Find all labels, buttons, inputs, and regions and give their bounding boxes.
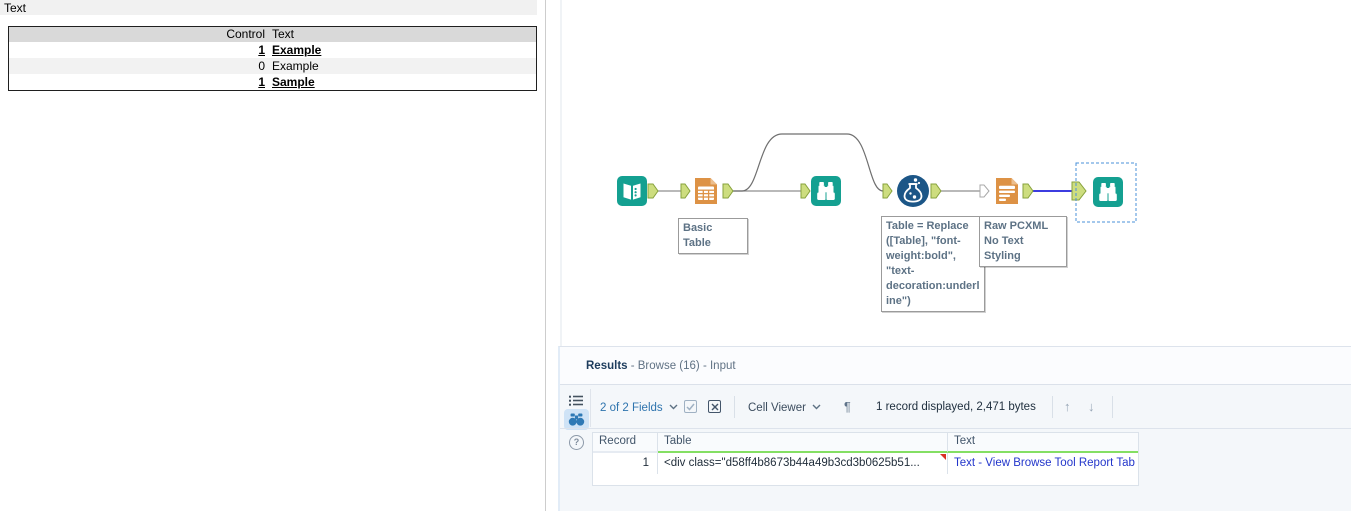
grid-cell-record[interactable]: 1 bbox=[593, 453, 658, 474]
grid-header-table[interactable]: Table bbox=[658, 433, 948, 453]
report-table-header: Control Text bbox=[9, 27, 536, 42]
input-anchor[interactable] bbox=[800, 183, 811, 199]
grid-header-record[interactable]: Record bbox=[593, 433, 658, 453]
report-row: 1 Example bbox=[9, 42, 536, 58]
grid-header-row: Record Table Text bbox=[593, 433, 1138, 453]
tool-text-input[interactable] bbox=[617, 176, 647, 206]
chevron-down-icon bbox=[669, 386, 678, 428]
report-section-title: Text bbox=[0, 0, 537, 15]
help-icon[interactable]: ? bbox=[569, 435, 584, 450]
grid-cell-table-value: <div class="d58ff4b8673b44a49b3cd3b0625b… bbox=[664, 457, 920, 469]
cell-viewer-dropdown[interactable]: Cell Viewer bbox=[748, 386, 821, 428]
cell-viewer-label: Cell Viewer bbox=[748, 402, 806, 414]
previous-record-button[interactable]: ↑ bbox=[1064, 386, 1071, 428]
annotation-basic-table[interactable]: Basic Table bbox=[678, 218, 748, 254]
record-summary: 1 record displayed, 2,471 bytes bbox=[876, 401, 1036, 413]
whitespace-toggle-icon[interactable]: ¶ bbox=[844, 386, 851, 428]
browse-binoculars-icon bbox=[1093, 177, 1123, 207]
results-subtitle: - Browse (16) - Input bbox=[627, 360, 736, 372]
fields-dropdown-label: 2 of 2 Fields bbox=[600, 402, 663, 414]
browse-binoculars-icon bbox=[811, 176, 841, 206]
report-cell-text: Sample bbox=[272, 75, 315, 89]
grid-empty-row bbox=[593, 474, 1138, 485]
formula-flask-icon bbox=[897, 175, 929, 207]
report-table: Control Text 1 Example 0 Example 1 Sampl… bbox=[8, 26, 537, 91]
input-anchor[interactable] bbox=[882, 183, 893, 199]
grid-header-text[interactable]: Text bbox=[948, 433, 1138, 453]
report-header-control: Control bbox=[226, 27, 265, 41]
icon-strip-separator bbox=[590, 389, 591, 427]
chevron-down-icon bbox=[812, 386, 821, 428]
results-grid: Record Table Text 1 <div class="d58ff4b8… bbox=[592, 432, 1139, 486]
results-title: Results bbox=[586, 360, 628, 372]
grid-cell-table[interactable]: <div class="d58ff4b8673b44a49b3cd3b0625b… bbox=[658, 453, 948, 474]
report-cell-control: 0 bbox=[258, 59, 265, 73]
output-anchor[interactable] bbox=[930, 183, 942, 199]
text-input-icon bbox=[617, 176, 647, 206]
grid-cell-text-link[interactable]: Text - View Browse Tool Report Tab bbox=[948, 453, 1138, 474]
report-cell-text: Example bbox=[272, 43, 322, 57]
tool-browse-2-selected[interactable] bbox=[1093, 177, 1123, 207]
report-cell-control: 1 bbox=[258, 75, 265, 89]
tool-basic-table[interactable] bbox=[691, 176, 721, 206]
results-header: Results - Browse (16) - Input bbox=[560, 347, 1351, 385]
report-header-text: Text bbox=[272, 27, 295, 41]
toolbar-bottom-border bbox=[560, 428, 1351, 429]
table-icon bbox=[695, 178, 717, 204]
output-anchor[interactable] bbox=[1022, 183, 1034, 199]
panel-divider[interactable] bbox=[545, 0, 546, 511]
report-cell-control: 1 bbox=[258, 43, 265, 57]
toolbar-separator bbox=[1112, 396, 1113, 418]
tool-table-raw[interactable] bbox=[992, 176, 1022, 206]
toolbar-separator bbox=[1052, 396, 1053, 418]
workflow-canvas[interactable]: Basic Table Table = Replace ([Table], "f… bbox=[560, 0, 1351, 346]
fields-dropdown[interactable]: 2 of 2 Fields bbox=[600, 386, 678, 428]
browse-tab-selected[interactable] bbox=[564, 409, 589, 430]
output-anchor[interactable] bbox=[647, 183, 659, 199]
report-row: 1 Sample bbox=[9, 74, 536, 90]
toolbar-separator bbox=[734, 396, 735, 418]
grid-data-row: 1 <div class="d58ff4b8673b44a49b3cd3b062… bbox=[593, 453, 1138, 474]
results-panel: Results - Browse (16) - Input ? 2 of 2 F bbox=[558, 346, 1351, 511]
input-anchor[interactable] bbox=[979, 184, 990, 198]
input-anchor-selected[interactable] bbox=[1071, 181, 1087, 201]
report-cell-text: Example bbox=[272, 59, 319, 73]
select-all-fields-checkbox[interactable] bbox=[684, 400, 697, 413]
connection-table-to-formula[interactable] bbox=[732, 133, 884, 192]
deselect-fields-button[interactable] bbox=[708, 400, 721, 413]
report-row: 0 Example bbox=[9, 58, 536, 74]
binoculars-icon bbox=[568, 413, 585, 426]
truncated-cell-flag-icon bbox=[940, 454, 946, 460]
output-anchor[interactable] bbox=[722, 183, 734, 199]
report-text-icon bbox=[996, 178, 1018, 204]
annotation-formula[interactable]: Table = Replace ([Table], "font-weight:b… bbox=[881, 216, 985, 312]
next-record-button[interactable]: ↓ bbox=[1088, 386, 1095, 428]
annotation-raw-pcxml[interactable]: Raw PCXML No Text Styling bbox=[979, 216, 1067, 267]
tool-browse-1[interactable] bbox=[811, 176, 841, 206]
tool-formula[interactable] bbox=[896, 174, 930, 208]
input-anchor[interactable] bbox=[680, 183, 691, 199]
